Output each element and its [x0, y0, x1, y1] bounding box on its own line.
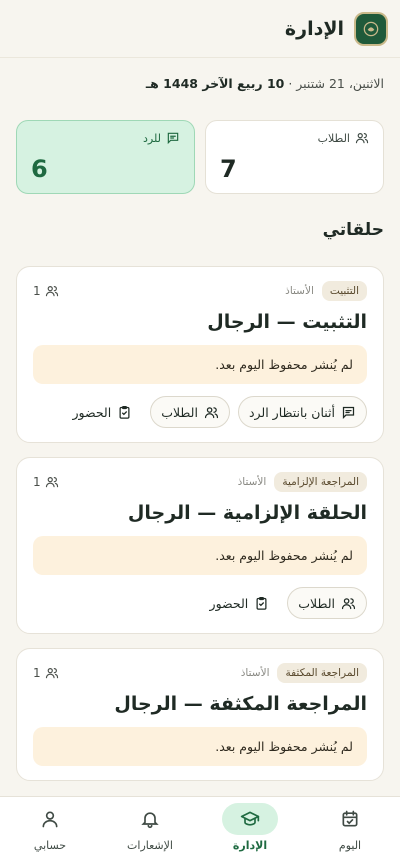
page-title: الإدارة	[284, 17, 344, 40]
nav-today-label: اليوم	[338, 839, 362, 852]
member-count: 1	[33, 666, 59, 680]
attendance-button[interactable]: الحضور	[63, 399, 143, 426]
section-title: حلقاتي	[322, 220, 384, 240]
circle-title: المراجعة المكثفة — الرجال	[114, 693, 367, 715]
daily-notice: لم يُنشر محفوظ اليوم بعد.	[33, 727, 367, 766]
nav-notifications-label: الإشعارات	[127, 839, 173, 852]
card-actions: أثنان بانتظار الرد الطلاب الحضور	[33, 396, 367, 428]
students-stat-value: 7	[220, 155, 237, 183]
hijri-date: 10 ربيع الآخر 1448 هـ	[145, 76, 285, 91]
teacher-label: الأستاذ	[240, 667, 270, 679]
member-count-value: 1	[33, 666, 41, 680]
date-line: الاثنين، 21 شتنبر · 10 ربيع الآخر 1448 ه…	[0, 58, 400, 102]
app-logo[interactable]	[354, 11, 388, 46]
attendance-button-label: الحضور	[209, 595, 249, 611]
circle-card[interactable]: التثبيت الأستاذ 1 التثبيت — الرجال لم يُ…	[16, 266, 384, 443]
review-stat-value: 6	[31, 155, 48, 183]
circle-card[interactable]: المراجعة المكثفة الأستاذ 1 المراجعة المك…	[16, 648, 384, 781]
students-stat-label: الطلاب	[317, 131, 350, 145]
nav-admin[interactable]: الإدارة	[210, 803, 290, 852]
app-header: الإدارة	[0, 0, 400, 58]
users-icon	[341, 597, 356, 609]
user-icon	[42, 811, 58, 828]
member-count: 1	[33, 475, 59, 489]
users-icon	[45, 286, 58, 297]
attendance-button-label: الحضور	[72, 404, 112, 420]
students-button-label: الطلاب	[161, 404, 198, 420]
nav-admin-label: الإدارة	[232, 839, 268, 852]
member-count-value: 1	[33, 475, 41, 489]
students-button-label: الطلاب	[298, 595, 335, 611]
stats-row: الطلاب 7 للرد 6	[0, 102, 400, 194]
clipboard-icon	[256, 596, 267, 610]
students-button[interactable]: الطلاب	[287, 587, 367, 619]
gregorian-date: الاثنين، 21 شتنبر ·	[284, 76, 384, 91]
circle-card[interactable]: المراجعة الإلزامية الأستاذ 1 الحلقة الإل…	[16, 457, 384, 634]
bottom-nav: اليوم الإدارة الإشعارات حسابي	[0, 796, 400, 866]
attendance-button[interactable]: الحضور	[200, 590, 280, 617]
bell-icon	[141, 812, 159, 829]
daily-notice: لم يُنشر محفوظ اليوم بعد.	[33, 536, 367, 575]
users-icon	[45, 477, 58, 488]
graduation-cap-icon	[240, 811, 260, 826]
nav-notifications[interactable]: الإشعارات	[110, 803, 190, 852]
member-count-value: 1	[33, 284, 41, 298]
circle-tag: التثبيت	[321, 281, 367, 301]
users-icon	[204, 406, 219, 418]
nav-account[interactable]: حسابي	[10, 803, 90, 852]
circle-tag: المراجعة الإلزامية	[274, 472, 367, 492]
awaiting-reply-button[interactable]: أثنان بانتظار الرد	[237, 396, 367, 428]
message-icon	[342, 406, 355, 419]
students-button[interactable]: الطلاب	[150, 396, 230, 428]
clipboard-icon	[119, 405, 130, 419]
teacher-label: الأستاذ	[285, 285, 314, 297]
circle-title: التثبيت — الرجال	[207, 311, 367, 333]
daily-notice: لم يُنشر محفوظ اليوم بعد.	[33, 345, 367, 384]
users-icon	[355, 133, 369, 144]
calendar-check-icon	[342, 810, 358, 827]
logo-emblem-icon	[363, 21, 379, 36]
review-stat-label: للرد	[143, 131, 161, 145]
member-count: 1	[33, 284, 59, 298]
nav-today[interactable]: اليوم	[310, 803, 390, 852]
message-icon	[167, 132, 179, 145]
circle-tag: المراجعة المكثفة	[277, 663, 367, 683]
nav-account-label: حسابي	[33, 839, 67, 852]
awaiting-reply-label: أثنان بانتظار الرد	[248, 404, 335, 420]
review-stat-card[interactable]: للرد 6	[16, 120, 195, 194]
card-actions: الطلاب الحضور	[33, 587, 367, 619]
users-icon	[45, 668, 58, 679]
teacher-label: الأستاذ	[237, 476, 267, 488]
circle-title: الحلقة الإلزامية — الرجال	[127, 502, 367, 524]
students-stat-card[interactable]: الطلاب 7	[205, 120, 384, 194]
